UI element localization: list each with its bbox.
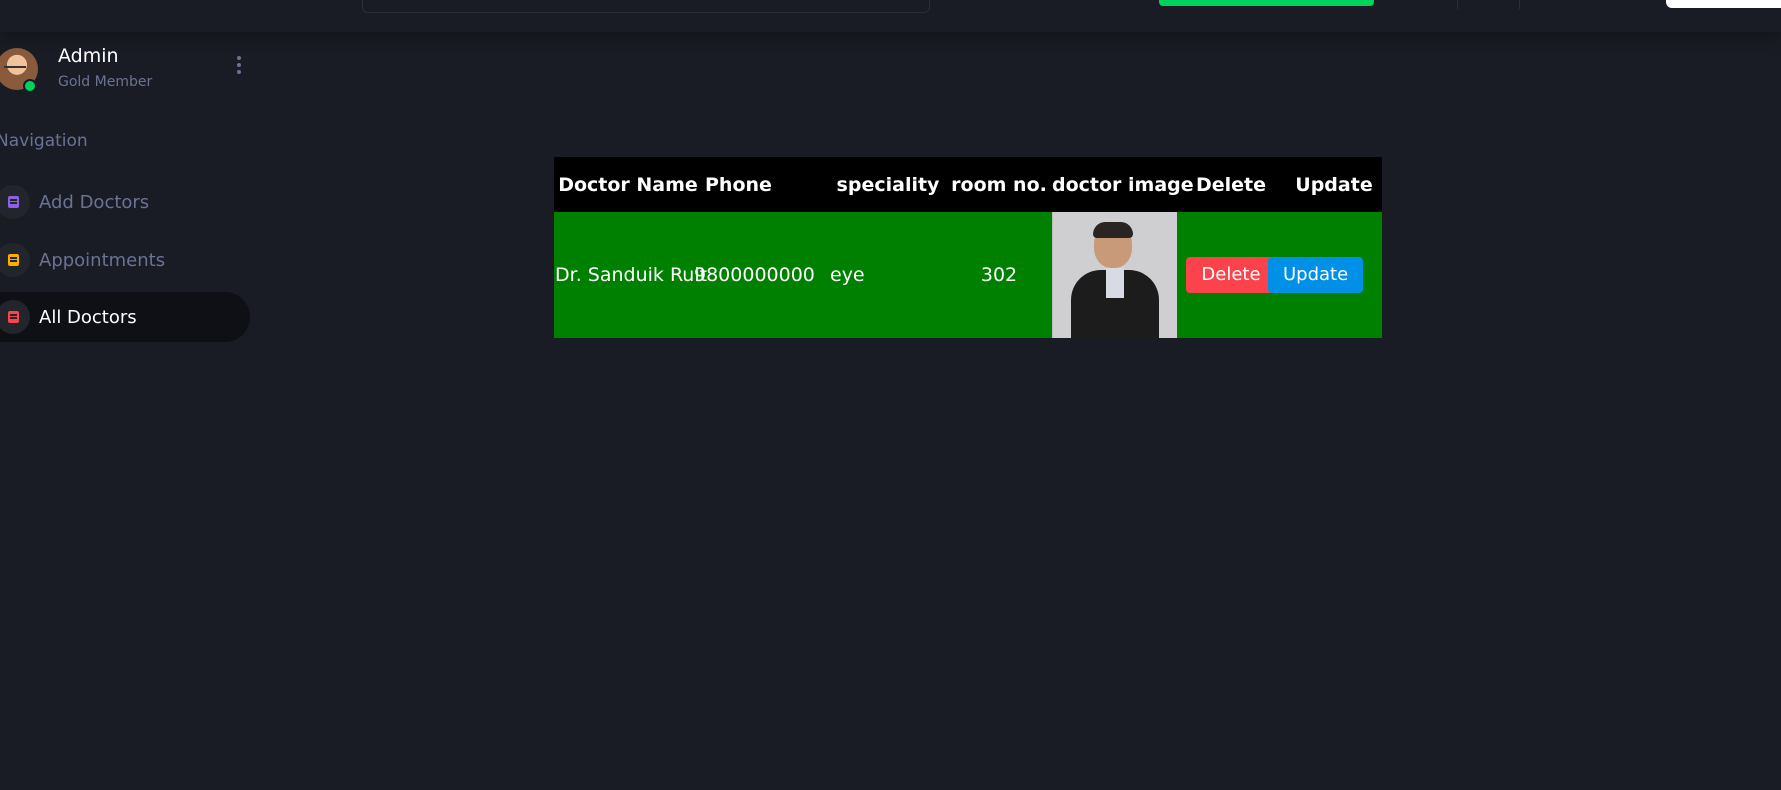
column-header: room no. [951,173,1047,196]
sidebar: Admin Gold Member Navigation Add Doctors… [0,32,250,790]
online-status-dot [23,79,37,93]
column-header: doctor image [1052,173,1194,196]
document-icon [0,243,30,277]
phone-cell: 9800000000 [694,264,815,286]
doctor-photo [1052,212,1177,338]
delete-button[interactable]: Delete [1186,257,1276,293]
doctor-image-cell [1052,212,1177,338]
column-header: Doctor Name [558,173,698,196]
sidebar-item-label: All Doctors [39,306,137,328]
column-header: Update [1295,173,1373,196]
search-input[interactable] [362,0,930,13]
room-cell: 302 [980,264,1018,286]
sidebar-item-label: Appointments [39,249,166,271]
create-button[interactable] [1159,0,1374,6]
navbar-divider [1457,0,1458,9]
profile-level: Gold Member [58,74,153,90]
column-header: Phone [705,173,772,196]
top-navbar [0,0,1781,32]
table-row: Dr. Sanduik Ruit 9800000000 eye 302 Dele… [554,212,1382,338]
sidebar-item-appointments[interactable]: Appointments [0,235,250,285]
doctors-table: Doctor Name Phone speciality room no. do… [554,157,1382,338]
sidebar-item-add-doctors[interactable]: Add Doctors [0,177,250,227]
more-vertical-icon[interactable] [236,56,242,76]
sidebar-item-all-doctors[interactable]: All Doctors [0,292,250,342]
update-button[interactable]: Update [1268,257,1364,293]
document-icon [0,185,30,219]
document-icon [0,300,30,334]
table-header-row: Doctor Name Phone speciality room no. do… [554,157,1382,212]
column-header: speciality [836,173,940,196]
doctor-name-cell: Dr. Sanduik Ruit [555,264,708,286]
profile-dropdown[interactable] [1666,0,1781,8]
sidebar-item-label: Add Doctors [39,191,150,213]
nav-heading: Navigation [0,131,88,151]
navbar-divider [1519,0,1520,9]
profile-name: Admin [58,45,119,67]
speciality-cell: eye [830,264,865,286]
update-cell: Update [1268,212,1382,338]
